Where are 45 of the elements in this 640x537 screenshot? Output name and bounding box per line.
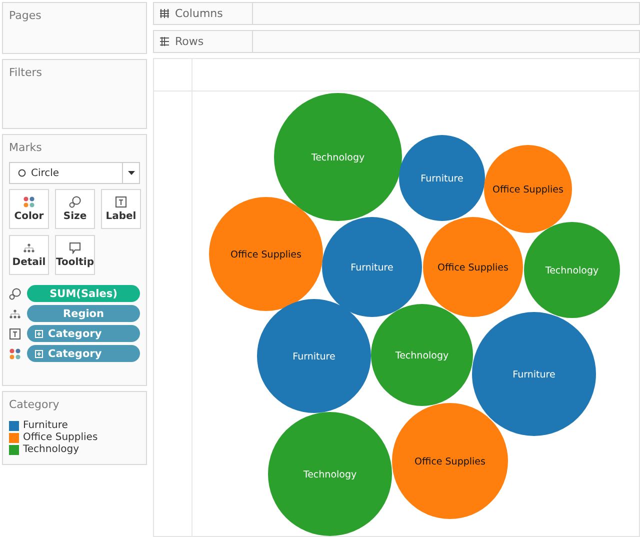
detail-dots-icon: [9, 308, 21, 320]
shelf[interactable]: Rows: [153, 30, 640, 53]
marks-button[interactable]: Label: [101, 189, 141, 229]
bubble-label: Technology: [395, 350, 449, 362]
bubble-label: Office Supplies: [492, 184, 564, 196]
legend-label: Furniture: [23, 420, 68, 431]
bubble-label: Office Supplies: [230, 250, 302, 260]
size-icon: [9, 288, 21, 300]
bubble-label: Technology: [311, 152, 365, 164]
bubble-label: Furniture: [512, 370, 556, 380]
shelf-label: Rows: [175, 35, 204, 48]
color-dots-icon: [9, 348, 21, 360]
marks-button[interactable]: Color: [9, 189, 49, 229]
size-icon: [69, 196, 81, 208]
color-dots-icon: [23, 196, 35, 208]
legend-title: Category: [9, 398, 60, 411]
legend-label: Office Supplies: [23, 432, 98, 443]
caret-icon: [128, 171, 134, 175]
mark-type-dropdown[interactable]: Circle: [9, 162, 140, 184]
text-label-icon: [115, 196, 127, 208]
bubble-label: Furniture: [350, 262, 394, 274]
bubble-label: Office Supplies: [414, 456, 486, 468]
circle-icon: [18, 169, 26, 177]
speech-bubble-icon: [69, 242, 81, 254]
marks-button[interactable]: Size: [55, 189, 95, 229]
bubble-label: Furniture: [420, 174, 464, 184]
bubble-label: Technology: [545, 266, 599, 276]
legend-label: Technology: [23, 444, 80, 455]
panel-title: Pages: [9, 9, 42, 22]
bubble-label: Technology: [303, 470, 357, 480]
text-label-icon: [9, 328, 21, 340]
shelf-label: Columns: [175, 7, 223, 20]
marks-button[interactable]: Detail: [9, 235, 49, 275]
expand-icon: [35, 330, 43, 338]
shelf[interactable]: Columns: [153, 2, 640, 25]
marks-button[interactable]: Tooltip: [55, 235, 95, 275]
expand-icon: [35, 350, 43, 358]
detail-dots-icon: [23, 242, 35, 254]
panel-title: Marks: [9, 141, 43, 154]
panel-title: Filters: [9, 66, 43, 79]
columns-icon: [160, 9, 169, 18]
rows-icon: [160, 37, 169, 46]
bubble-label: Furniture: [292, 352, 336, 362]
mark-type-text: Circle: [31, 168, 60, 178]
bubble-label: Office Supplies: [438, 262, 508, 274]
